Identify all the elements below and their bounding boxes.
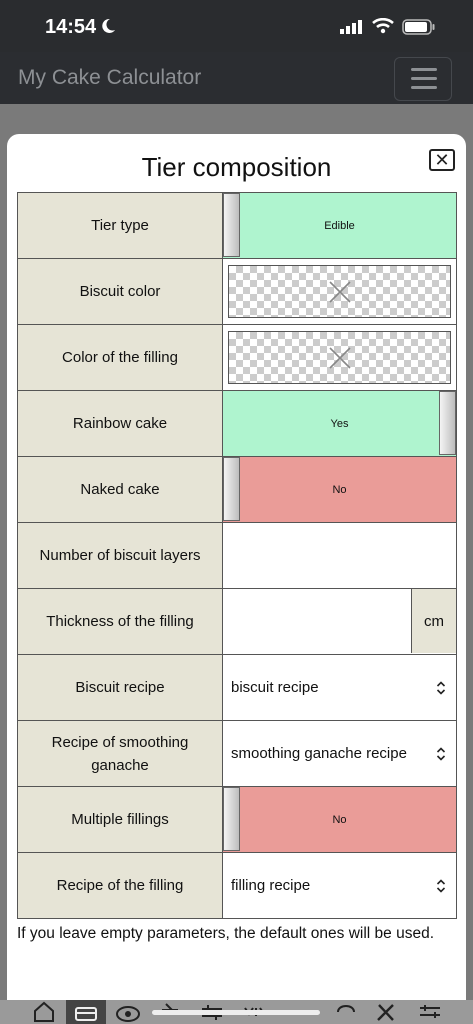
select-chevron-icon: [436, 878, 446, 893]
row-label: Tier type: [17, 193, 223, 258]
filling-color-picker[interactable]: [228, 331, 451, 384]
tier-type-toggle[interactable]: Edible: [223, 193, 457, 258]
tab-home[interactable]: [24, 1000, 64, 1024]
biscuit-recipe-select[interactable]: biscuit recipe: [223, 655, 457, 720]
clear-color-icon: [328, 280, 351, 303]
toggle-knob[interactable]: [439, 391, 456, 455]
hamburger-menu-button[interactable]: [394, 57, 452, 101]
row-label: Naked cake: [17, 457, 223, 522]
wifi-icon: [372, 18, 394, 34]
toggle-knob[interactable]: [223, 457, 240, 521]
status-bar: 14:54: [0, 0, 473, 52]
parameters-table: Tier type Edible Biscuit color Color of …: [17, 192, 457, 919]
row-label: Number of biscuit layers: [17, 523, 223, 588]
naked-cake-toggle[interactable]: No: [223, 457, 457, 522]
select-value: biscuit recipe: [231, 679, 319, 696]
table-row: Rainbow cake Yes: [17, 391, 457, 457]
row-label: Rainbow cake: [17, 391, 223, 456]
row-label: Biscuit recipe: [17, 655, 223, 720]
tab-card[interactable]: [66, 1000, 106, 1024]
default-parameters-note: If you leave empty parameters, the defau…: [17, 925, 435, 942]
modal-title: Tier composition: [141, 152, 332, 182]
chef-hat-icon: [337, 1004, 355, 1013]
card-icon: [75, 1007, 97, 1021]
tab-tools[interactable]: [366, 1000, 406, 1024]
battery-icon: [402, 19, 435, 35]
table-row: Recipe of the filling filling recipe: [17, 853, 457, 919]
filling-thickness-input[interactable]: [223, 589, 412, 653]
tools-icon: [377, 1004, 394, 1021]
signal-icon: [340, 20, 362, 34]
tab-chef[interactable]: [326, 1000, 366, 1024]
tab-view[interactable]: [108, 1000, 148, 1024]
toggle-value: No: [332, 483, 347, 496]
settings-icon: [420, 1005, 440, 1018]
home-indicator: [152, 1010, 320, 1015]
row-label: Recipe of smoothing ganache: [17, 721, 223, 786]
table-row: Naked cake No: [17, 457, 457, 523]
table-row: Biscuit recipe biscuit recipe: [17, 655, 457, 721]
table-row: Recipe of smoothing ganache smoothing ga…: [17, 721, 457, 787]
home-icon: [34, 1001, 54, 1022]
select-chevron-icon: [436, 746, 446, 761]
toggle-value: Edible: [324, 219, 355, 232]
row-label: Thickness of the filling: [17, 589, 223, 654]
select-value: smoothing ganache recipe: [231, 745, 407, 762]
close-button[interactable]: ✕: [429, 149, 455, 171]
biscuit-color-picker[interactable]: [228, 265, 451, 318]
rainbow-cake-toggle[interactable]: Yes: [223, 391, 457, 456]
row-label: Multiple fillings: [17, 787, 223, 852]
toggle-value: No: [332, 813, 347, 826]
app-title: My Cake Calculator: [18, 66, 202, 89]
status-time: 14:54: [45, 16, 97, 38]
table-row: Biscuit color: [17, 259, 457, 325]
select-chevron-icon: [436, 680, 446, 695]
row-label: Recipe of the filling: [17, 853, 223, 918]
unit-label: cm: [411, 589, 456, 653]
moon-icon: [102, 18, 115, 33]
table-row: Color of the filling: [17, 325, 457, 391]
biscuit-layers-input[interactable]: [223, 523, 457, 588]
table-row: Number of biscuit layers: [17, 523, 457, 589]
tier-composition-modal: Tier composition ✕ Tier type Edible Bisc…: [7, 134, 466, 1014]
multiple-fillings-toggle[interactable]: No: [223, 787, 457, 852]
toggle-knob[interactable]: [223, 193, 240, 257]
toggle-knob[interactable]: [223, 787, 240, 851]
select-value: filling recipe: [231, 877, 311, 894]
eye-icon: [116, 1006, 140, 1022]
smoothing-ganache-select[interactable]: smoothing ganache recipe: [223, 721, 457, 786]
row-label: Color of the filling: [17, 325, 223, 390]
tab-settings[interactable]: [410, 1000, 450, 1024]
clear-color-icon: [328, 346, 351, 369]
table-row: Tier type Edible: [17, 193, 457, 259]
table-row: Thickness of the filling cm: [17, 589, 457, 655]
hamburger-icon: [411, 68, 437, 71]
table-row: Multiple fillings No: [17, 787, 457, 853]
toggle-value: Yes: [330, 417, 349, 430]
filling-recipe-select[interactable]: filling recipe: [223, 853, 457, 918]
row-label: Biscuit color: [17, 259, 223, 324]
